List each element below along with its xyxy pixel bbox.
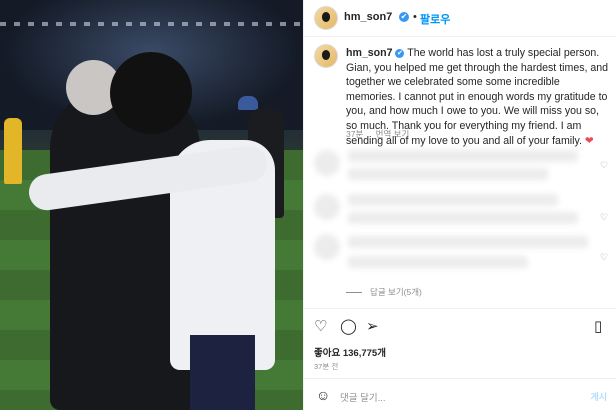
caption-avatar[interactable]	[314, 44, 338, 68]
caption-meta: 37분 번역 보기	[346, 128, 419, 140]
stadium-lights	[0, 22, 303, 26]
steward-figure	[4, 118, 22, 184]
heart-icon[interactable]: ♡	[314, 317, 327, 335]
time-ago-small: 37분 전	[314, 362, 339, 371]
comment-like-icon[interactable]: ♡	[600, 160, 608, 171]
blurred-comment	[348, 256, 528, 268]
separator-dot: •	[413, 11, 417, 23]
comment-bar: ☺ 댓글 달기... 게시	[304, 378, 616, 411]
comments-area: ♡ ♡ ♡	[314, 146, 608, 276]
comment-like-icon[interactable]: ♡	[600, 212, 608, 223]
avatar[interactable]	[314, 6, 338, 30]
post-header: hm_son7 ✔ • 팔로우	[304, 0, 616, 37]
comment-icon[interactable]: ◯	[340, 317, 357, 335]
header-username[interactable]: hm_son7	[344, 11, 392, 23]
blurred-comment	[348, 236, 588, 248]
verified-icon: ✔	[395, 48, 405, 58]
replies-line	[346, 292, 362, 294]
blurred-avatar	[314, 150, 340, 176]
post-panel: hm_son7 ✔ • 팔로우 hm_son7 ✔ The world has …	[303, 0, 616, 410]
follow-button[interactable]: 팔로우	[420, 11, 450, 27]
action-bar: ♡ ◯ ➢ ▯	[304, 308, 616, 345]
verified-icon: ✔	[399, 12, 409, 22]
background-person-cap	[238, 96, 258, 110]
like-count[interactable]: 좋아요 136,775개	[314, 345, 386, 359]
translate-link[interactable]: 번역 보기	[376, 129, 410, 139]
blurred-comment	[348, 150, 578, 162]
comment-input[interactable]: 댓글 달기...	[340, 390, 386, 404]
red-heart-emoji: ❤	[584, 134, 594, 147]
bookmark-icon[interactable]: ▯	[594, 317, 602, 335]
blurred-avatar	[314, 194, 340, 220]
share-icon[interactable]: ➢	[366, 317, 379, 335]
dark-hair	[110, 52, 192, 134]
emoji-icon[interactable]: ☺	[316, 387, 330, 403]
caption-username[interactable]: hm_son7	[346, 47, 393, 59]
time-ago: 37분	[346, 129, 364, 139]
comment-like-icon[interactable]: ♡	[600, 252, 608, 263]
blurred-comment	[348, 168, 548, 180]
replies-label: 답글 보기(5개)	[370, 287, 422, 297]
blurred-comment	[348, 212, 578, 224]
navy-shorts	[190, 335, 255, 410]
blurred-comment	[348, 194, 558, 206]
post-comment-button[interactable]: 게시	[590, 390, 607, 403]
blurred-avatar	[314, 234, 340, 260]
view-replies[interactable]: 답글 보기(5개)	[346, 286, 422, 298]
post-photo[interactable]	[0, 0, 303, 410]
